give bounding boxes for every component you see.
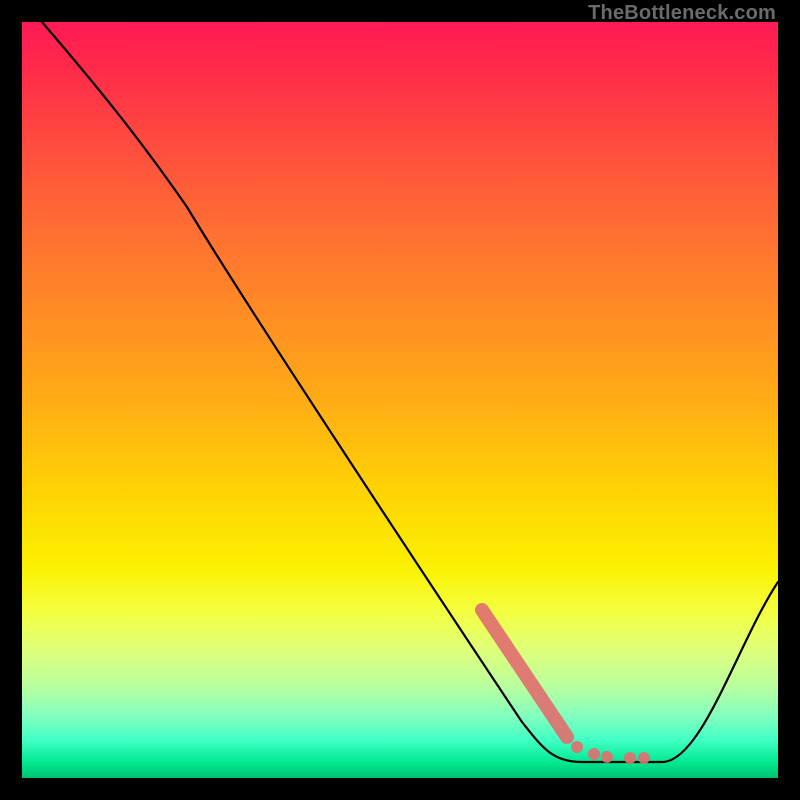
highlight-segment	[482, 610, 567, 737]
plot-area	[22, 22, 778, 778]
highlight-dot	[624, 752, 636, 764]
highlight-dot	[601, 751, 613, 763]
highlight-dot	[588, 748, 600, 760]
chart-container: TheBottleneck.com	[0, 0, 800, 800]
highlight-dot	[638, 752, 650, 764]
highlight-dots	[571, 741, 650, 764]
chart-svg	[22, 22, 778, 778]
highlight-dot	[571, 741, 583, 753]
bottleneck-curve	[42, 22, 778, 762]
